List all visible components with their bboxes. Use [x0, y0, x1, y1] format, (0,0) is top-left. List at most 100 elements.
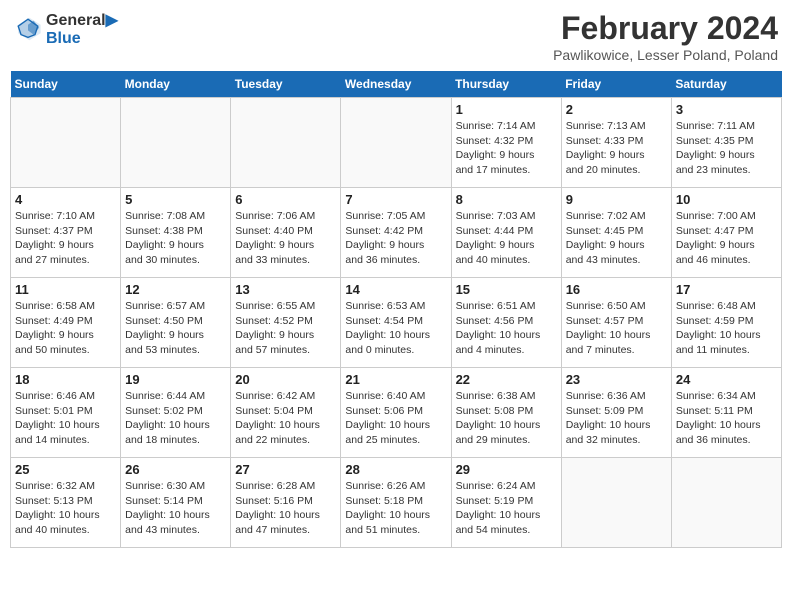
calendar-cell-w5-d7: [671, 458, 781, 548]
calendar-cell-w1-d2: [121, 98, 231, 188]
calendar-cell-w3-d1: 11 Sunrise: 6:58 AMSunset: 4:49 PMDayligh…: [11, 278, 121, 368]
header-wednesday: Wednesday: [341, 71, 451, 98]
calendar-cell-w4-d5: 22 Sunrise: 6:38 AMSunset: 5:08 PMDayligh…: [451, 368, 561, 458]
day-number: 13: [235, 282, 336, 297]
day-number: 26: [125, 462, 226, 477]
calendar-cell-w1-d4: [341, 98, 451, 188]
day-info: Sunrise: 6:38 AMSunset: 5:08 PMDaylight:…: [456, 389, 557, 448]
calendar-cell-w2-d2: 5Sunrise: 7:08 AMSunset: 4:38 PMDaylight…: [121, 188, 231, 278]
day-info: Sunrise: 6:58 AMSunset: 4:49 PMDaylight:…: [15, 299, 116, 358]
day-number: 8: [456, 192, 557, 207]
day-info: Sunrise: 6:28 AMSunset: 5:16 PMDaylight:…: [235, 479, 336, 538]
day-info: Sunrise: 7:02 AMSunset: 4:45 PMDaylight:…: [566, 209, 667, 268]
calendar-cell-w3-d4: 14Sunrise: 6:53 AMSunset: 4:54 PMDayligh…: [341, 278, 451, 368]
calendar-cell-w2-d4: 7 Sunrise: 7:05 AMSunset: 4:42 PMDaylight…: [341, 188, 451, 278]
day-info: Sunrise: 6:55 AMSunset: 4:52 PMDaylight:…: [235, 299, 336, 358]
day-number: 1: [456, 102, 557, 117]
calendar-cell-w1-d3: [231, 98, 341, 188]
day-info: Sunrise: 6:50 AMSunset: 4:57 PMDaylight:…: [566, 299, 667, 358]
day-info: Sunrise: 6:48 AMSunset: 4:59 PMDaylight:…: [676, 299, 777, 358]
day-info: Sunrise: 7:00 AMSunset: 4:47 PMDaylight:…: [676, 209, 777, 268]
day-info: Sunrise: 7:14 AMSunset: 4:32 PMDaylight:…: [456, 119, 557, 178]
calendar-cell-w5-d4: 28 Sunrise: 6:26 AMSunset: 5:18 PMDayligh…: [341, 458, 451, 548]
day-number: 15: [456, 282, 557, 297]
day-info: Sunrise: 6:51 AMSunset: 4:56 PMDaylight:…: [456, 299, 557, 358]
day-info: Sunrise: 7:03 AMSunset: 4:44 PMDaylight:…: [456, 209, 557, 268]
day-info: Sunrise: 7:05 AMSunset: 4:42 PMDaylight:…: [345, 209, 446, 268]
header-monday: Monday: [121, 71, 231, 98]
page-title: February 2024: [553, 10, 778, 47]
calendar-cell-w4-d3: 20 Sunrise: 6:42 AMSunset: 5:04 PMDayligh…: [231, 368, 341, 458]
day-number: 4: [15, 192, 116, 207]
calendar-cell-w5-d6: [561, 458, 671, 548]
day-number: 23: [566, 372, 667, 387]
day-number: 12: [125, 282, 226, 297]
day-number: 18: [15, 372, 116, 387]
calendar-cell-w2-d7: 10Sunrise: 7:00 AMSunset: 4:47 PMDayligh…: [671, 188, 781, 278]
day-info: Sunrise: 6:24 AMSunset: 5:19 PMDaylight:…: [456, 479, 557, 538]
day-info: Sunrise: 7:10 AMSunset: 4:37 PMDaylight:…: [15, 209, 116, 268]
week-row-1: 1 Sunrise: 7:14 AMSunset: 4:32 PMDaylight…: [11, 98, 782, 188]
logo: General▶ Blue: [14, 10, 118, 48]
logo-icon: [14, 15, 42, 43]
calendar-cell-w1-d1: [11, 98, 121, 188]
week-row-2: 4 Sunrise: 7:10 AMSunset: 4:37 PMDaylight…: [11, 188, 782, 278]
day-number: 28: [345, 462, 446, 477]
day-info: Sunrise: 6:44 AMSunset: 5:02 PMDaylight:…: [125, 389, 226, 448]
calendar-header-row: Sunday Monday Tuesday Wednesday Thursday…: [11, 71, 782, 98]
day-info: Sunrise: 6:57 AMSunset: 4:50 PMDaylight:…: [125, 299, 226, 358]
day-info: Sunrise: 6:40 AMSunset: 5:06 PMDaylight:…: [345, 389, 446, 448]
page-header: General▶ Blue February 2024 Pawlikowice,…: [10, 10, 782, 63]
page-subtitle: Pawlikowice, Lesser Poland, Poland: [553, 47, 778, 63]
calendar-cell-w2-d3: 6 Sunrise: 7:06 AMSunset: 4:40 PMDaylight…: [231, 188, 341, 278]
calendar-cell-w4-d1: 18 Sunrise: 6:46 AMSunset: 5:01 PMDayligh…: [11, 368, 121, 458]
calendar-cell-w4-d4: 21 Sunrise: 6:40 AMSunset: 5:06 PMDayligh…: [341, 368, 451, 458]
day-info: Sunrise: 7:11 AMSunset: 4:35 PMDaylight:…: [676, 119, 777, 178]
day-info: Sunrise: 7:06 AMSunset: 4:40 PMDaylight:…: [235, 209, 336, 268]
day-number: 6: [235, 192, 336, 207]
day-number: 27: [235, 462, 336, 477]
day-info: Sunrise: 6:34 AMSunset: 5:11 PMDaylight:…: [676, 389, 777, 448]
calendar-cell-w3-d6: 16Sunrise: 6:50 AMSunset: 4:57 PMDayligh…: [561, 278, 671, 368]
day-number: 21: [345, 372, 446, 387]
day-number: 7: [345, 192, 446, 207]
day-info: Sunrise: 7:13 AMSunset: 4:33 PMDaylight:…: [566, 119, 667, 178]
day-info: Sunrise: 6:42 AMSunset: 5:04 PMDaylight:…: [235, 389, 336, 448]
calendar-cell-w2-d5: 8 Sunrise: 7:03 AMSunset: 4:44 PMDaylight…: [451, 188, 561, 278]
day-number: 11: [15, 282, 116, 297]
week-row-5: 25 Sunrise: 6:32 AMSunset: 5:13 PMDayligh…: [11, 458, 782, 548]
day-info: Sunrise: 6:36 AMSunset: 5:09 PMDaylight:…: [566, 389, 667, 448]
day-number: 2: [566, 102, 667, 117]
calendar-cell-w4-d2: 19Sunrise: 6:44 AMSunset: 5:02 PMDayligh…: [121, 368, 231, 458]
day-info: Sunrise: 6:46 AMSunset: 5:01 PMDaylight:…: [15, 389, 116, 448]
header-sunday: Sunday: [11, 71, 121, 98]
day-number: 22: [456, 372, 557, 387]
calendar-cell-w3-d7: 17 Sunrise: 6:48 AMSunset: 4:59 PMDayligh…: [671, 278, 781, 368]
calendar-cell-w1-d6: 2 Sunrise: 7:13 AMSunset: 4:33 PMDaylight…: [561, 98, 671, 188]
calendar-cell-w4-d6: 23 Sunrise: 6:36 AMSunset: 5:09 PMDayligh…: [561, 368, 671, 458]
calendar-cell-w3-d5: 15 Sunrise: 6:51 AMSunset: 4:56 PMDayligh…: [451, 278, 561, 368]
calendar-cell-w1-d5: 1 Sunrise: 7:14 AMSunset: 4:32 PMDaylight…: [451, 98, 561, 188]
day-number: 17: [676, 282, 777, 297]
week-row-4: 18 Sunrise: 6:46 AMSunset: 5:01 PMDayligh…: [11, 368, 782, 458]
header-thursday: Thursday: [451, 71, 561, 98]
calendar-cell-w2-d1: 4 Sunrise: 7:10 AMSunset: 4:37 PMDaylight…: [11, 188, 121, 278]
calendar-cell-w3-d3: 13 Sunrise: 6:55 AMSunset: 4:52 PMDayligh…: [231, 278, 341, 368]
logo-text: General▶ Blue: [46, 10, 118, 48]
day-info: Sunrise: 6:26 AMSunset: 5:18 PMDaylight:…: [345, 479, 446, 538]
calendar-cell-w1-d7: 3Sunrise: 7:11 AMSunset: 4:35 PMDaylight…: [671, 98, 781, 188]
calendar-cell-w4-d7: 24Sunrise: 6:34 AMSunset: 5:11 PMDayligh…: [671, 368, 781, 458]
header-tuesday: Tuesday: [231, 71, 341, 98]
day-number: 29: [456, 462, 557, 477]
calendar-cell-w5-d1: 25 Sunrise: 6:32 AMSunset: 5:13 PMDayligh…: [11, 458, 121, 548]
calendar-cell-w5-d2: 26Sunrise: 6:30 AMSunset: 5:14 PMDayligh…: [121, 458, 231, 548]
calendar-cell-w5-d5: 29 Sunrise: 6:24 AMSunset: 5:19 PMDayligh…: [451, 458, 561, 548]
day-info: Sunrise: 6:53 AMSunset: 4:54 PMDaylight:…: [345, 299, 446, 358]
week-row-3: 11 Sunrise: 6:58 AMSunset: 4:49 PMDayligh…: [11, 278, 782, 368]
calendar-table: Sunday Monday Tuesday Wednesday Thursday…: [10, 71, 782, 548]
title-block: February 2024 Pawlikowice, Lesser Poland…: [553, 10, 778, 63]
day-number: 25: [15, 462, 116, 477]
day-number: 9: [566, 192, 667, 207]
day-number: 20: [235, 372, 336, 387]
day-info: Sunrise: 6:32 AMSunset: 5:13 PMDaylight:…: [15, 479, 116, 538]
